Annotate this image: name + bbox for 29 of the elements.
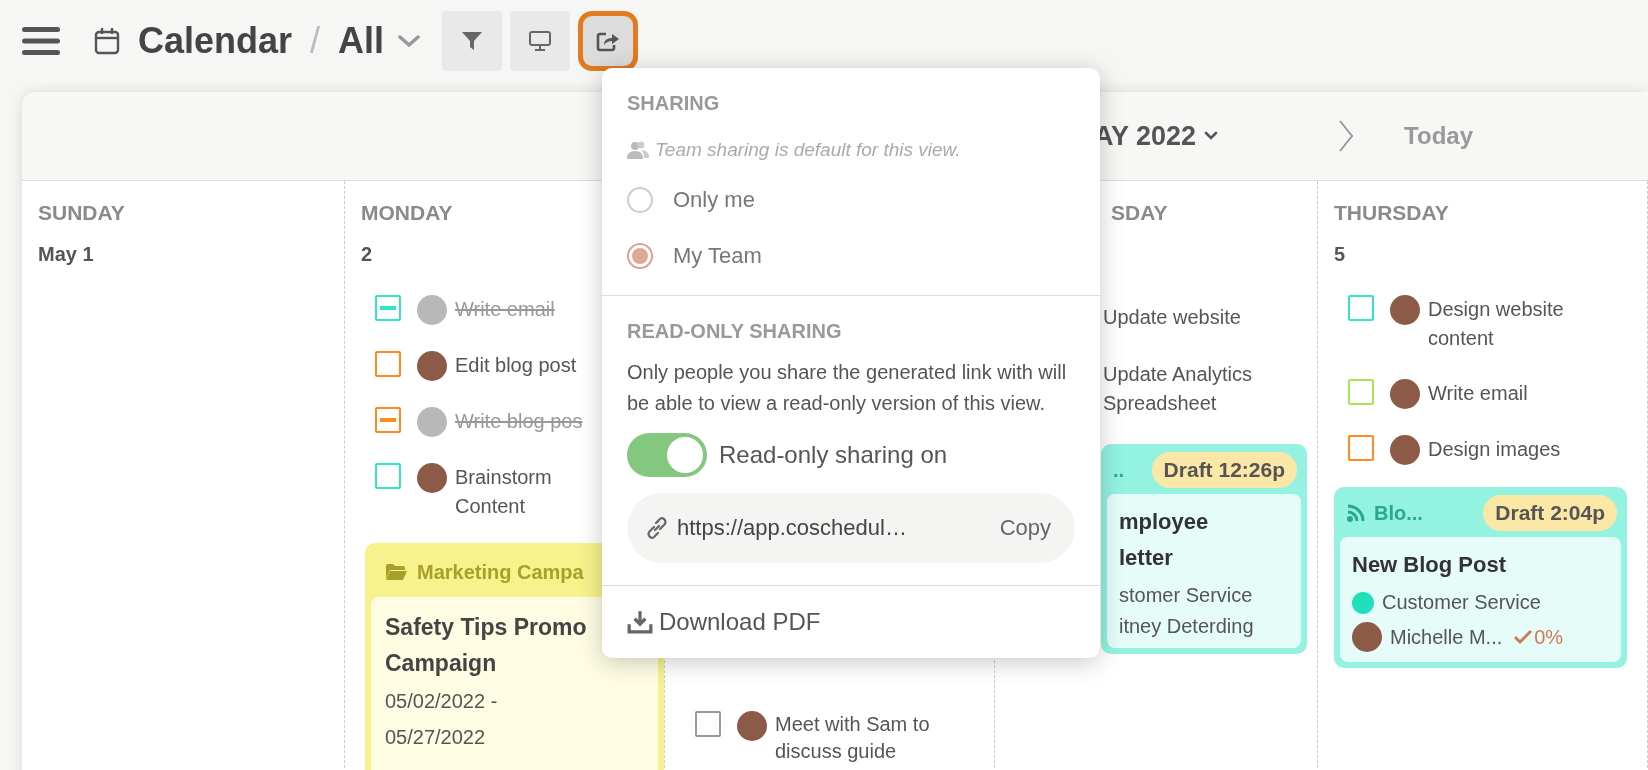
campaign-dates: 05/02/2022 - 05/27/2022: [385, 689, 499, 750]
status-badge: Draft 2:04p: [1483, 495, 1617, 531]
post-type-label: ..: [1113, 458, 1126, 482]
post-title: mployee letter: [1119, 508, 1210, 572]
section-heading: SHARING: [627, 92, 721, 115]
toggle-label: Read-only sharing on: [719, 441, 948, 469]
progress-label: 0%: [1514, 625, 1564, 649]
section-heading: READ-ONLY SHARING: [627, 320, 843, 343]
share-link-url: https://app.coschedul…: [677, 515, 908, 541]
weekday-label: SDAY: [1110, 201, 1168, 226]
category-label: Customer Service: [1382, 591, 1541, 614]
post-type-label: Blo...: [1374, 501, 1424, 525]
page-title: Calendar: [138, 20, 293, 62]
weekday-label: SUNDAY: [38, 201, 125, 226]
post-title: New Blog Post: [1352, 551, 1507, 579]
owner-name: itney Deterding: [1119, 615, 1254, 638]
breadcrumb-separator: /: [310, 20, 321, 62]
date-label: May 1: [38, 243, 94, 267]
category-label: stomer Service: [1119, 584, 1253, 607]
campaign-title: Safety Tips Promo Campaign: [385, 613, 588, 678]
weekday-label: MONDAY: [361, 201, 453, 226]
date-label: 5: [1334, 243, 1346, 267]
owner-name: Michelle M...: [1390, 625, 1503, 649]
status-badge: Draft 12:26p: [1151, 452, 1297, 488]
date-label: 2: [361, 243, 373, 267]
sharing-description: Only people you share the generated link with will be able to view a read-only version of this view.: [627, 360, 1067, 416]
campaign-label: Marketing Campa: [417, 560, 584, 584]
sharing-note: Team sharing is default for this view.: [655, 139, 961, 161]
weekday-label: THURSDAY: [1334, 201, 1449, 226]
